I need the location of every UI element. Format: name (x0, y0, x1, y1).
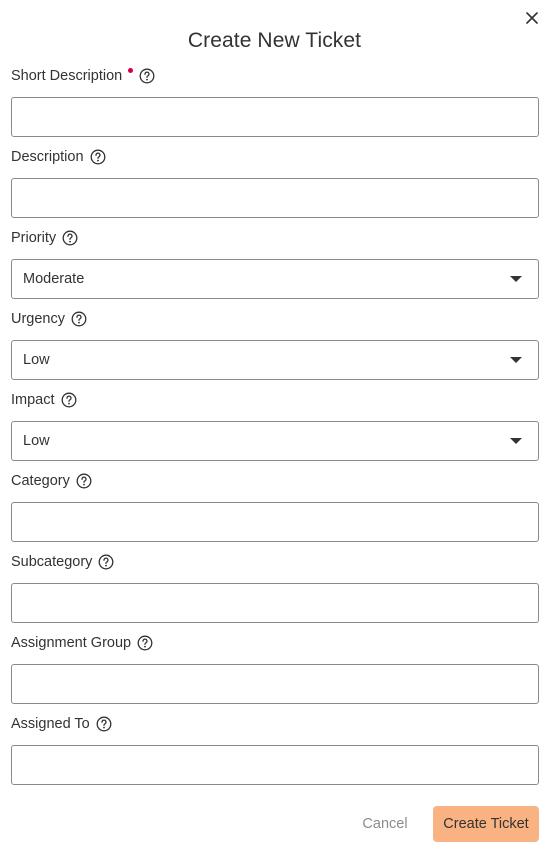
subcategory-label: Subcategory (11, 554, 93, 570)
short-description-field: Short Description (11, 67, 539, 137)
description-field: Description (11, 148, 539, 218)
description-input[interactable] (12, 179, 538, 217)
assignment-group-field: Assignment Group (11, 634, 539, 704)
short-description-input[interactable] (12, 98, 538, 136)
assigned-to-input-box (11, 745, 539, 785)
urgency-value: Low (23, 352, 50, 368)
assigned-to-field: Assigned To (11, 715, 539, 785)
required-indicator (128, 68, 134, 73)
help-icon[interactable] (96, 716, 112, 732)
create-ticket-dialog: Create New Ticket Short Description Desc… (0, 0, 547, 857)
help-icon[interactable] (90, 149, 106, 165)
assignment-group-label: Assignment Group (11, 635, 132, 651)
dialog-footer: Cancel Create Ticket (0, 806, 547, 842)
impact-select[interactable]: Low (11, 421, 539, 461)
category-label: Category (11, 473, 70, 489)
help-icon[interactable] (137, 635, 153, 651)
category-input[interactable] (12, 503, 538, 541)
category-input-box (11, 502, 539, 542)
assignment-group-input[interactable] (12, 665, 538, 703)
subcategory-input[interactable] (12, 584, 538, 622)
cancel-button[interactable]: Cancel (350, 806, 420, 842)
assigned-to-label: Assigned To (11, 716, 90, 732)
urgency-select[interactable]: Low (11, 340, 539, 380)
help-icon[interactable] (71, 311, 87, 327)
caret-down-icon (510, 276, 522, 282)
help-icon[interactable] (139, 68, 155, 84)
subcategory-input-box (11, 583, 539, 623)
urgency-label: Urgency (11, 311, 65, 327)
urgency-field: Urgency Low (11, 310, 539, 380)
category-field: Category (11, 472, 539, 542)
caret-down-icon (510, 438, 522, 444)
impact-field: Impact Low (11, 391, 539, 461)
priority-label: Priority (11, 230, 57, 246)
subcategory-field: Subcategory (11, 553, 539, 623)
help-icon[interactable] (98, 554, 114, 570)
create-ticket-button[interactable]: Create Ticket (433, 806, 539, 842)
impact-value: Low (23, 433, 50, 449)
short-description-label: Short Description (11, 68, 123, 84)
dialog-title: Create New Ticket (187, 29, 362, 52)
help-icon[interactable] (61, 392, 77, 408)
assigned-to-input[interactable] (12, 746, 538, 784)
impact-label: Impact (11, 392, 55, 408)
close-button[interactable] (522, 8, 542, 28)
caret-down-icon (510, 357, 522, 363)
description-input-box (11, 178, 539, 218)
description-label: Description (11, 149, 84, 165)
short-description-input-box (11, 97, 539, 137)
priority-value: Moderate (23, 271, 85, 287)
priority-field: Priority Moderate (11, 229, 539, 299)
assignment-group-input-box (11, 664, 539, 704)
help-icon[interactable] (62, 230, 78, 246)
priority-select[interactable]: Moderate (11, 259, 539, 299)
help-icon[interactable] (76, 473, 92, 489)
close-icon (526, 12, 538, 24)
